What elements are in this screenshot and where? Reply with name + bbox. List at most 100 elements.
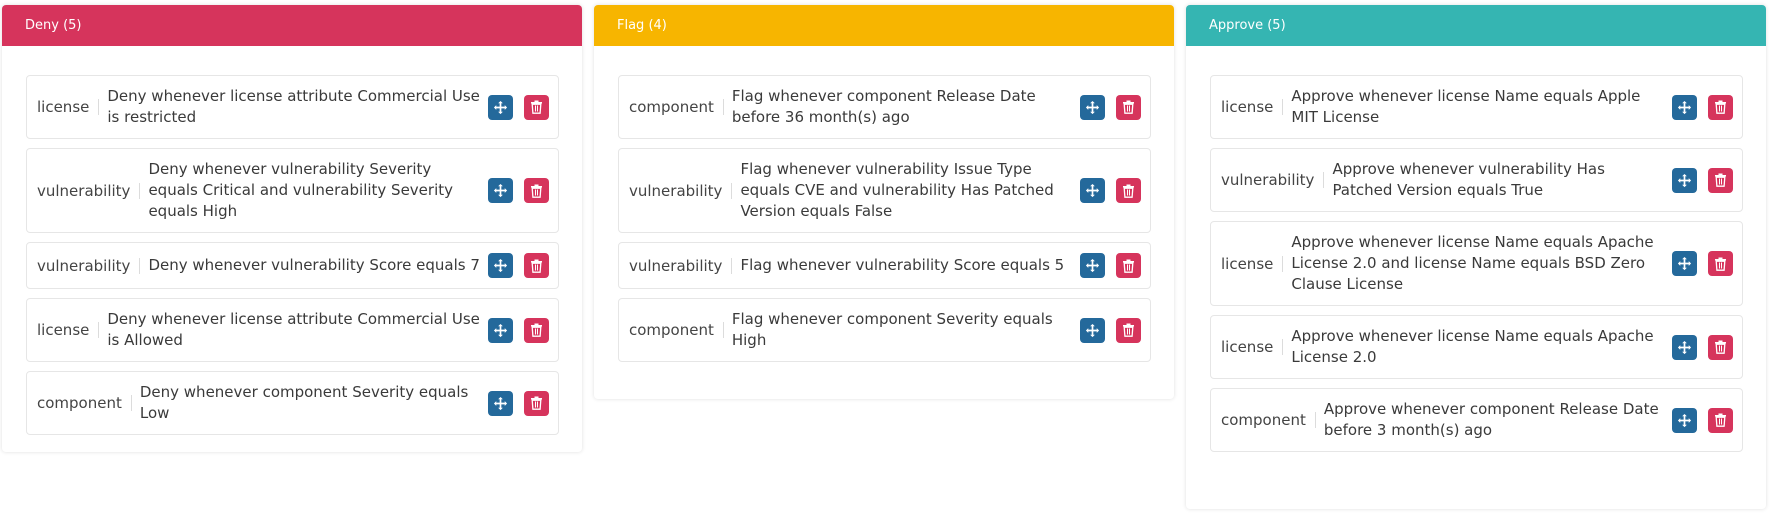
rule-type-label: component [629, 99, 724, 115]
rule-card[interactable]: license Deny whenever license attribute … [26, 298, 559, 362]
delete-rule-button[interactable] [524, 253, 549, 278]
trash-icon [1122, 184, 1135, 198]
approve-column-title: Approve (5) [1209, 18, 1286, 33]
trash-icon [1122, 100, 1135, 114]
rule-description: Deny whenever component Severity equals … [139, 383, 469, 422]
delete-rule-button[interactable] [1116, 178, 1141, 203]
move-rule-button[interactable] [488, 253, 513, 278]
move-rule-button[interactable] [488, 178, 513, 203]
rule-actions [1672, 334, 1733, 360]
move-rule-button[interactable] [488, 317, 513, 343]
move-arrows-icon [493, 183, 508, 198]
rule-card[interactable]: vulnerability Deny whenever vulnerabilit… [26, 148, 559, 233]
move-rule-button[interactable] [1672, 94, 1697, 120]
rule-description: Approve whenever license Name equals Apa… [1291, 327, 1654, 366]
rule-description: Approve whenever license Name equals App… [1291, 87, 1641, 126]
rule-type-label: vulnerability [37, 182, 141, 199]
rule-card[interactable]: component Flag whenever component Severi… [618, 298, 1151, 362]
rule-description: Deny whenever vulnerability Score equals… [148, 256, 480, 274]
rule-actions [1080, 94, 1141, 120]
rule-card[interactable]: license Approve whenever license Name eq… [1210, 315, 1743, 379]
rule-description: Deny whenever vulnerability Severity equ… [148, 160, 454, 220]
flag-column-title: Flag (4) [617, 18, 667, 33]
move-rule-button[interactable] [1672, 251, 1697, 276]
rule-type-label: license [1221, 255, 1284, 272]
delete-rule-button[interactable] [524, 94, 549, 120]
rule-description: Flag whenever vulnerability Issue Type e… [740, 160, 1054, 220]
move-arrows-icon [1677, 173, 1692, 188]
rule-description: Deny whenever license attribute Commerci… [107, 310, 480, 349]
delete-rule-button[interactable] [1708, 251, 1733, 276]
trash-icon [1714, 257, 1727, 271]
move-arrows-icon [1085, 258, 1100, 273]
rule-actions [488, 317, 549, 343]
move-rule-button[interactable] [1672, 407, 1697, 433]
rule-card[interactable]: vulnerability Flag whenever vulnerabilit… [618, 148, 1151, 233]
delete-rule-button[interactable] [1708, 334, 1733, 360]
rule-type-label: license [37, 322, 100, 338]
move-arrows-icon [1085, 183, 1100, 198]
trash-icon [1714, 173, 1727, 187]
flag-rule-list: component Flag whenever component Releas… [594, 46, 1174, 362]
delete-rule-button[interactable] [1116, 94, 1141, 120]
rule-description: Approve whenever vulnerability Has Patch… [1332, 160, 1605, 199]
rule-card[interactable]: vulnerability Flag whenever vulnerabilit… [618, 242, 1151, 289]
trash-icon [1714, 413, 1727, 427]
move-arrows-icon [1085, 100, 1100, 115]
delete-rule-button[interactable] [524, 178, 549, 203]
delete-rule-button[interactable] [524, 317, 549, 343]
rule-type-label: component [37, 395, 132, 411]
rule-card[interactable]: license Approve whenever license Name eq… [1210, 221, 1743, 306]
rule-card[interactable]: component Deny whenever component Severi… [26, 371, 559, 435]
rule-card[interactable]: component Flag whenever component Releas… [618, 75, 1151, 139]
rule-card[interactable]: license Deny whenever license attribute … [26, 75, 559, 139]
rule-actions [488, 390, 549, 416]
rule-type-label: component [629, 322, 724, 338]
delete-rule-button[interactable] [1116, 253, 1141, 278]
rule-type-label: vulnerability [629, 257, 733, 274]
trash-icon [1714, 100, 1727, 114]
rule-actions [488, 94, 549, 120]
rule-actions [1080, 317, 1141, 343]
move-rule-button[interactable] [1080, 253, 1105, 278]
trash-icon [530, 396, 543, 410]
rule-actions [1672, 407, 1733, 433]
rule-card[interactable]: vulnerability Deny whenever vulnerabilit… [26, 242, 559, 289]
trash-icon [1122, 259, 1135, 273]
delete-rule-button[interactable] [1708, 167, 1733, 193]
move-rule-button[interactable] [1080, 94, 1105, 120]
rule-description: Flag whenever vulnerability Score equals… [740, 256, 1065, 274]
trash-icon [530, 259, 543, 273]
delete-rule-button[interactable] [524, 390, 549, 416]
policy-board: Deny (5) license Deny whenever license a… [2, 5, 1766, 509]
rule-description: Flag whenever component Release Date bef… [731, 87, 1036, 126]
delete-rule-button[interactable] [1708, 407, 1733, 433]
flag-column: Flag (4) component Flag whenever compone… [594, 5, 1174, 399]
delete-rule-button[interactable] [1116, 317, 1141, 343]
rule-description: Approve whenever license Name equals Apa… [1291, 233, 1654, 293]
approve-column-header: Approve (5) [1186, 5, 1766, 46]
rule-card[interactable]: license Approve whenever license Name eq… [1210, 75, 1743, 139]
rule-actions [1080, 178, 1141, 203]
move-arrows-icon [1677, 256, 1692, 271]
rule-actions [1672, 94, 1733, 120]
move-arrows-icon [1677, 413, 1692, 428]
rule-card[interactable]: vulnerability Approve whenever vulnerabi… [1210, 148, 1743, 212]
trash-icon [530, 100, 543, 114]
rule-description: Approve whenever component Release Date … [1323, 400, 1659, 439]
move-rule-button[interactable] [1080, 178, 1105, 203]
move-rule-button[interactable] [488, 390, 513, 416]
rule-actions [1672, 167, 1733, 193]
delete-rule-button[interactable] [1708, 94, 1733, 120]
deny-rule-list: license Deny whenever license attribute … [2, 46, 582, 435]
deny-column-header: Deny (5) [2, 5, 582, 46]
move-rule-button[interactable] [1672, 167, 1697, 193]
deny-column-title: Deny (5) [25, 18, 82, 33]
move-rule-button[interactable] [1672, 334, 1697, 360]
rule-description: Flag whenever component Severity equals … [731, 310, 1053, 349]
rule-actions [1080, 253, 1141, 278]
rule-card[interactable]: component Approve whenever component Rel… [1210, 388, 1743, 452]
rule-actions [488, 253, 549, 278]
move-rule-button[interactable] [488, 94, 513, 120]
move-rule-button[interactable] [1080, 317, 1105, 343]
